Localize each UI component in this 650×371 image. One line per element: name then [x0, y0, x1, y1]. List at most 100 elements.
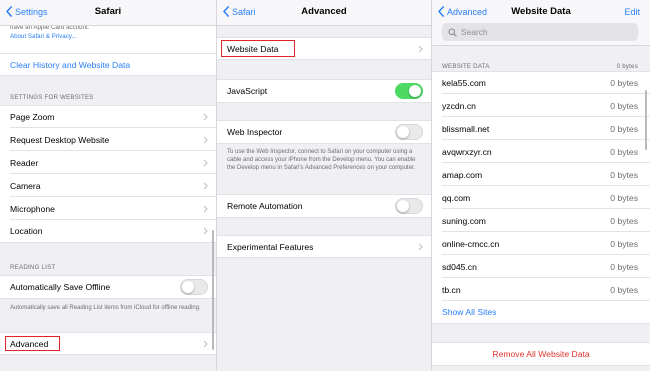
- site-name: yzcdn.cn: [442, 100, 476, 111]
- website-data-panel: Advanced Website Data Edit Search WEBSIT…: [432, 0, 650, 371]
- chevron-right-icon: [418, 45, 423, 53]
- page-zoom-row[interactable]: Page Zoom: [0, 105, 216, 128]
- javascript-toggle[interactable]: [395, 83, 423, 99]
- about-safari-privacy-link[interactable]: About Safari & Privacy...: [10, 33, 77, 40]
- request-desktop-website-row[interactable]: Request Desktop Website: [0, 128, 216, 151]
- search-icon: [448, 27, 457, 37]
- site-name: blissmall.net: [442, 123, 490, 134]
- site-row[interactable]: avqwrxzyr.cn 0 bytes: [432, 140, 650, 163]
- site-size: 0 bytes: [610, 215, 638, 226]
- chevron-left-icon: [438, 6, 445, 17]
- site-name: online-cmcc.cn: [442, 238, 500, 249]
- remove-all-label: Remove All Website Data: [492, 349, 590, 359]
- site-row[interactable]: blissmall.net 0 bytes: [432, 117, 650, 140]
- advanced-settings-panel: Safari Advanced Website Data JavaScript …: [217, 0, 431, 371]
- remote-automation-label: Remote Automation: [227, 201, 303, 211]
- site-row[interactable]: sd045.cn 0 bytes: [432, 255, 650, 278]
- edit-button[interactable]: Edit: [624, 7, 640, 17]
- page-zoom-label: Page Zoom: [10, 112, 55, 122]
- site-name: suning.com: [442, 215, 486, 226]
- site-name: qq.com: [442, 192, 471, 203]
- chevron-left-icon: [223, 6, 230, 17]
- site-row[interactable]: suning.com 0 bytes: [432, 209, 650, 232]
- experimental-features-label: Experimental Features: [227, 241, 314, 252]
- chevron-left-icon: [6, 6, 13, 17]
- web-inspector-toggle[interactable]: [395, 124, 423, 140]
- website-data-total: 0 bytes: [616, 63, 638, 70]
- site-name: amap.com: [442, 169, 483, 180]
- chevron-right-icon: [203, 205, 208, 213]
- web-inspector-label: Web Inspector: [227, 127, 283, 137]
- chevron-right-icon: [203, 340, 208, 348]
- microphone-label: Microphone: [10, 203, 55, 214]
- website-data-section-header: WEBSITE DATA: [442, 63, 490, 70]
- site-size: 0 bytes: [610, 123, 638, 134]
- site-name: sd045.cn: [442, 261, 477, 272]
- chevron-right-icon: [203, 227, 208, 235]
- site-size: 0 bytes: [610, 284, 638, 295]
- camera-row[interactable]: Camera: [0, 174, 216, 197]
- site-row[interactable]: qq.com 0 bytes: [432, 186, 650, 209]
- chevron-right-icon: [203, 113, 208, 121]
- auto-save-footnote: Automatically save all Reading List item…: [10, 305, 201, 311]
- search-input[interactable]: Search: [442, 23, 638, 41]
- location-label: Location: [10, 226, 43, 236]
- scrollbar[interactable]: [645, 90, 647, 150]
- clear-history-label: Clear History and Website Data: [10, 59, 131, 70]
- reading-list-header: READING LIST: [10, 264, 56, 271]
- site-name: avqwrxzyr.cn: [442, 146, 492, 157]
- site-row[interactable]: tb.cn 0 bytes: [432, 278, 650, 301]
- site-row[interactable]: kela55.com 0 bytes: [432, 71, 650, 94]
- javascript-label: JavaScript: [227, 86, 268, 96]
- site-row[interactable]: amap.com 0 bytes: [432, 163, 650, 186]
- advanced-highlight-box: [5, 336, 60, 351]
- settings-for-websites-header: SETTINGS FOR WEBSITES: [10, 94, 94, 101]
- search-placeholder: Search: [461, 27, 488, 37]
- location-row[interactable]: Location: [0, 220, 216, 243]
- remote-automation-toggle[interactable]: [395, 198, 423, 214]
- remove-all-website-data-button[interactable]: Remove All Website Data: [432, 342, 650, 366]
- website-data-highlight-box: [221, 40, 295, 57]
- clear-history-button[interactable]: Clear History and Website Data: [0, 53, 216, 76]
- site-size: 0 bytes: [610, 169, 638, 180]
- advanced-back-button[interactable]: Advanced: [437, 6, 487, 17]
- chevron-right-icon: [418, 243, 423, 251]
- toggle-knob: [397, 126, 409, 138]
- web-inspector-footnote: To use the Web Inspector, connect to Saf…: [227, 149, 416, 171]
- site-name: tb.cn: [442, 284, 461, 295]
- javascript-row: JavaScript: [217, 79, 431, 103]
- request-desktop-website-label: Request Desktop Website: [10, 134, 110, 145]
- advanced-back-label: Advanced: [447, 6, 488, 17]
- settings-back-button[interactable]: Settings: [5, 6, 48, 17]
- safari-back-label: Safari: [232, 6, 256, 17]
- chevron-right-icon: [203, 159, 208, 167]
- experimental-features-row[interactable]: Experimental Features: [217, 235, 431, 258]
- web-inspector-row: Web Inspector: [217, 120, 431, 144]
- safari-navbar: Settings Safari: [0, 0, 216, 26]
- scrollbar[interactable]: [212, 230, 214, 350]
- settings-back-label: Settings: [15, 6, 48, 17]
- safari-settings-panel: have an Apple Card account. About Safari…: [0, 0, 216, 371]
- website-data-navbar: Advanced Website Data Edit Search: [432, 0, 650, 46]
- safari-back-button[interactable]: Safari: [222, 6, 256, 17]
- site-size: 0 bytes: [610, 100, 638, 111]
- site-name: kela55.com: [442, 78, 486, 88]
- site-size: 0 bytes: [610, 238, 638, 249]
- auto-save-offline-toggle[interactable]: [180, 279, 208, 295]
- toggle-knob: [397, 200, 409, 212]
- site-size: 0 bytes: [610, 192, 638, 203]
- reader-row[interactable]: Reader: [0, 151, 216, 174]
- site-size: 0 bytes: [610, 261, 638, 272]
- reader-label: Reader: [10, 157, 39, 168]
- auto-save-offline-label: Automatically Save Offline: [10, 282, 111, 292]
- chevron-right-icon: [203, 182, 208, 190]
- show-all-sites-button[interactable]: Show All Sites: [432, 301, 650, 324]
- site-size: 0 bytes: [610, 78, 638, 88]
- site-size: 0 bytes: [610, 146, 638, 157]
- site-row[interactable]: online-cmcc.cn 0 bytes: [432, 232, 650, 255]
- microphone-row[interactable]: Microphone: [0, 197, 216, 220]
- show-all-sites-label: Show All Sites: [442, 307, 497, 317]
- site-row[interactable]: yzcdn.cn 0 bytes: [432, 94, 650, 117]
- toggle-knob: [409, 85, 421, 97]
- toggle-knob: [182, 281, 194, 293]
